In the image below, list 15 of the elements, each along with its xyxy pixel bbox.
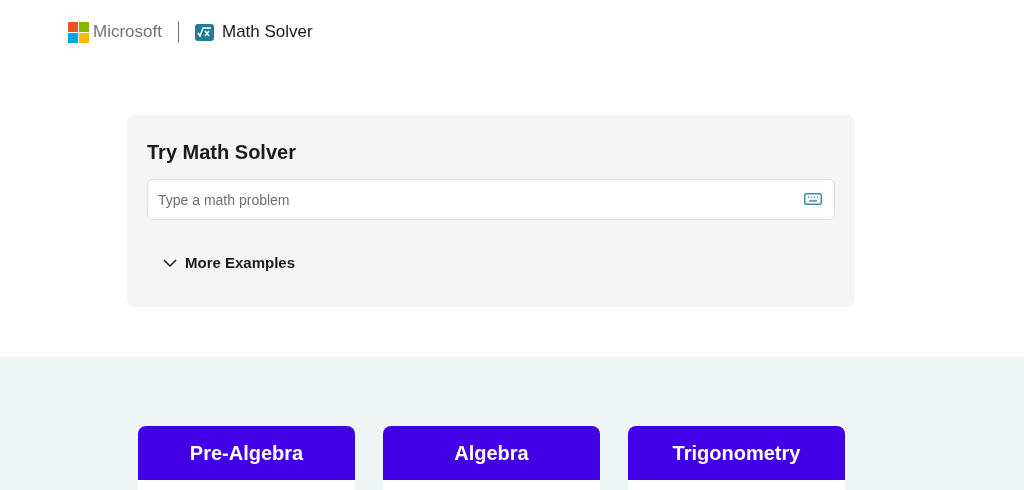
app-icon	[194, 22, 214, 42]
topic-card[interactable]: Algebra	[383, 426, 600, 490]
logo-icon	[68, 21, 89, 43]
topic-title: Algebra	[383, 426, 600, 480]
chevron-down-icon	[163, 258, 177, 268]
topic-title: Pre-Algebra	[138, 426, 355, 480]
panel-title: Try Math Solver	[147, 140, 297, 165]
brand-name: Microsoft	[93, 21, 162, 44]
math-input-field[interactable]: Type a math problem	[147, 179, 835, 220]
product-name: Math Solver	[221, 21, 313, 44]
keyboard-icon[interactable]	[804, 193, 822, 205]
topic-title: Trigonometry	[628, 426, 845, 480]
topic-card[interactable]: Pre-Algebra	[138, 426, 355, 490]
topic-card[interactable]: Trigonometry	[628, 426, 845, 490]
more-examples-button[interactable]: More Examples	[163, 252, 296, 275]
